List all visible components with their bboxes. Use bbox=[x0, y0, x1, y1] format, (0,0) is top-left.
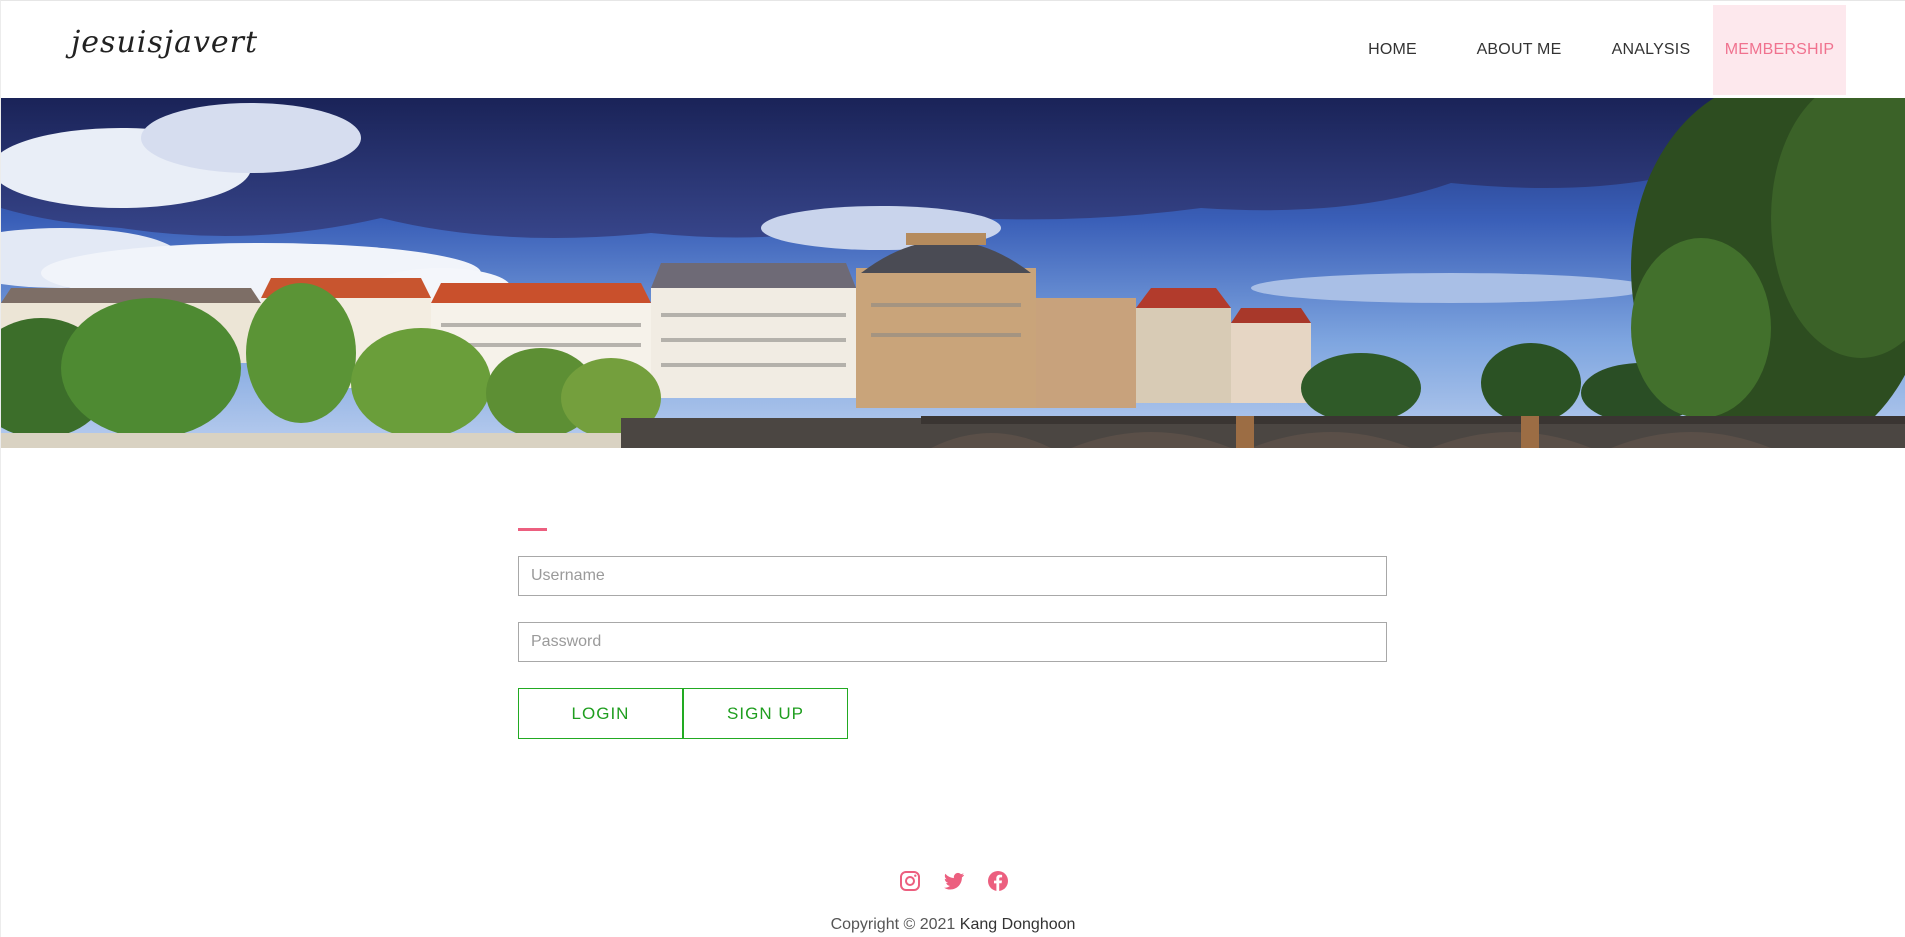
copyright-author: Kang Donghoon bbox=[959, 916, 1076, 933]
sign-up-button[interactable]: SIGN UP bbox=[683, 688, 848, 739]
nav-item-membership[interactable]: MEMBERSHIP bbox=[1713, 5, 1846, 95]
facebook-icon[interactable] bbox=[986, 869, 1010, 893]
login-button[interactable]: LOGIN bbox=[518, 688, 683, 739]
nav-item-analysis[interactable]: ANALYSIS bbox=[1589, 5, 1713, 95]
copyright-prefix: Copyright © 2021 bbox=[830, 916, 956, 933]
instagram-icon[interactable] bbox=[898, 869, 922, 893]
username-input[interactable] bbox=[518, 556, 1387, 596]
site-header: jesuisjavert HOME ABOUT ME ANALYSIS MEMB… bbox=[1, 1, 1905, 98]
copyright-text: Copyright © 2021 Kang Donghoon bbox=[1, 916, 1905, 934]
hero-image bbox=[1, 98, 1905, 448]
twitter-icon[interactable] bbox=[942, 869, 966, 893]
form-accent-line bbox=[518, 528, 547, 531]
social-links bbox=[898, 869, 1010, 893]
main-nav: HOME ABOUT ME ANALYSIS MEMBERSHIP bbox=[1336, 5, 1846, 95]
site-logo[interactable]: jesuisjavert bbox=[71, 25, 258, 60]
password-input[interactable] bbox=[518, 622, 1387, 662]
nav-item-home[interactable]: HOME bbox=[1336, 5, 1449, 95]
nav-item-about-me[interactable]: ABOUT ME bbox=[1449, 5, 1589, 95]
hero-banner bbox=[1, 98, 1905, 448]
page: jesuisjavert HOME ABOUT ME ANALYSIS MEMB… bbox=[0, 0, 1905, 937]
